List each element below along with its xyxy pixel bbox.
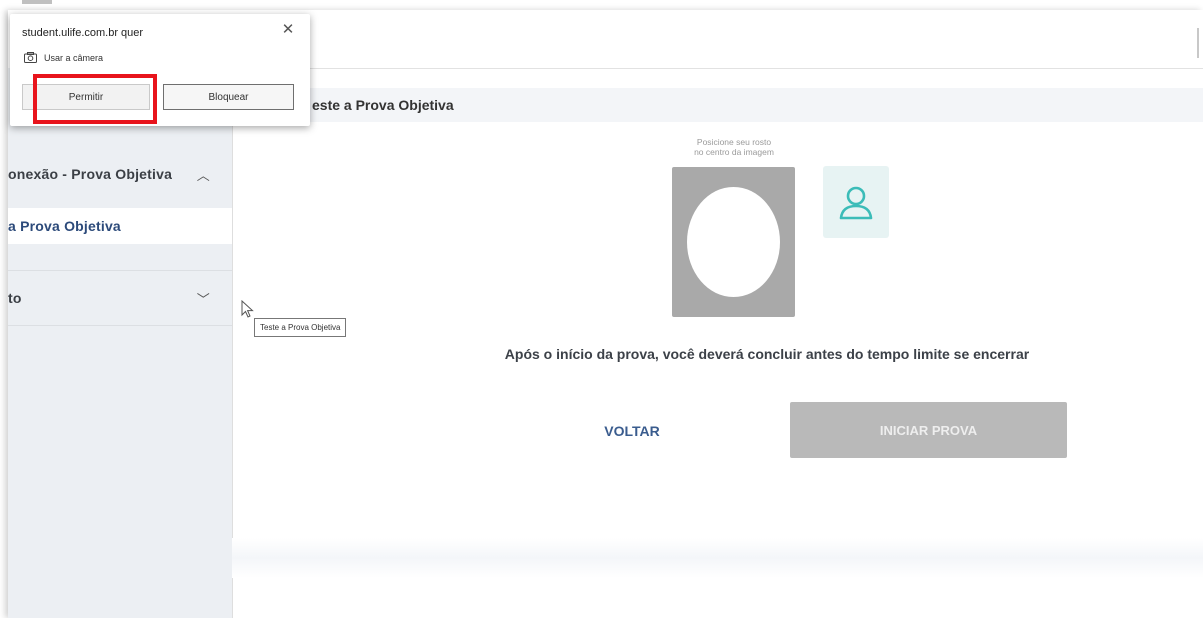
popup-title: student.ulife.com.br quer <box>22 27 144 39</box>
face-position-hint: Posicione seu rosto no centro da imagem <box>672 137 796 157</box>
user-avatar-placeholder <box>823 166 889 238</box>
permission-camera: Usar a câmera <box>24 52 103 63</box>
highlight-box <box>33 74 157 124</box>
window-corner-tab <box>22 0 52 4</box>
sidebar-section-label: onexão - Prova Objetiva <box>8 166 173 182</box>
sidebar-item-label: a Prova Objetiva <box>8 218 121 234</box>
user-icon <box>839 186 873 220</box>
sidebar: onexão - Prova Objetiva ︿ a Prova Objeti… <box>8 68 233 618</box>
face-hint-line: no centro da imagem <box>694 147 774 157</box>
block-button[interactable]: Bloquear <box>163 84 294 110</box>
camera-icon <box>24 52 37 63</box>
camera-preview <box>672 167 795 317</box>
tooltip: Teste a Prova Objetiva <box>254 318 347 337</box>
sidebar-section-collapsed[interactable]: to ﹀ <box>8 270 232 326</box>
mouse-cursor-icon <box>241 299 255 325</box>
permission-label: Usar a câmera <box>44 52 104 63</box>
footer-band <box>232 538 1203 578</box>
chevron-down-icon: ﹀ <box>196 291 210 307</box>
chevron-up-icon: ︿ <box>196 167 210 183</box>
sidebar-section-connection-test[interactable]: onexão - Prova Objetiva ︿ <box>8 150 232 198</box>
page-title: este a Prova Objetiva <box>232 88 1203 122</box>
face-guide-oval <box>687 187 780 297</box>
start-exam-button[interactable]: INICIAR PROVA <box>790 402 1067 458</box>
topbar-divider <box>1197 28 1199 58</box>
face-hint-line: Posicione seu rosto <box>696 137 772 147</box>
exam-time-notice: Após o início da prova, você deverá conc… <box>504 346 1030 362</box>
back-button[interactable]: VOLTAR <box>590 418 674 444</box>
sidebar-section-label: to <box>8 290 22 306</box>
sidebar-item-prova-objetiva[interactable]: a Prova Objetiva <box>8 208 232 244</box>
close-icon[interactable]: ✕ <box>278 20 298 40</box>
